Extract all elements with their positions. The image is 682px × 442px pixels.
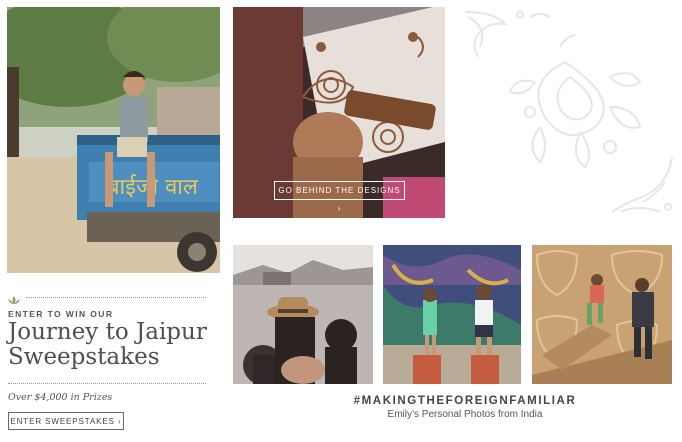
paisley-ornament-icon (460, 7, 675, 222)
lake-palace-photo[interactable] (233, 245, 373, 384)
prizes-text: Over $4,000 in Prizes (8, 392, 113, 403)
hashtag-heading[interactable]: #MAKINGTHEFOREIGNFAMILIAR (300, 395, 630, 407)
dotted-divider (8, 383, 206, 384)
climbing-wall-photo[interactable] (532, 245, 672, 384)
boy-on-truck-photo[interactable]: बाईजी वाल (7, 7, 220, 273)
lotus-icon (7, 292, 21, 304)
dotted-divider (26, 297, 206, 298)
gallery-subtitle: Emily’s Personal Photos from India (387, 409, 543, 420)
enter-sweepstakes-button[interactable]: ENTER SWEEPSTAKES › (8, 412, 124, 430)
sweepstakes-title: Journey to Jaipur Sweepstakes (8, 319, 207, 370)
kids-mural-photo[interactable] (383, 245, 521, 384)
enter-to-win-label: ENTER TO WIN OUR (8, 309, 114, 319)
go-behind-designs-button[interactable]: GO BEHIND THE DESIGNS › (274, 181, 405, 213)
